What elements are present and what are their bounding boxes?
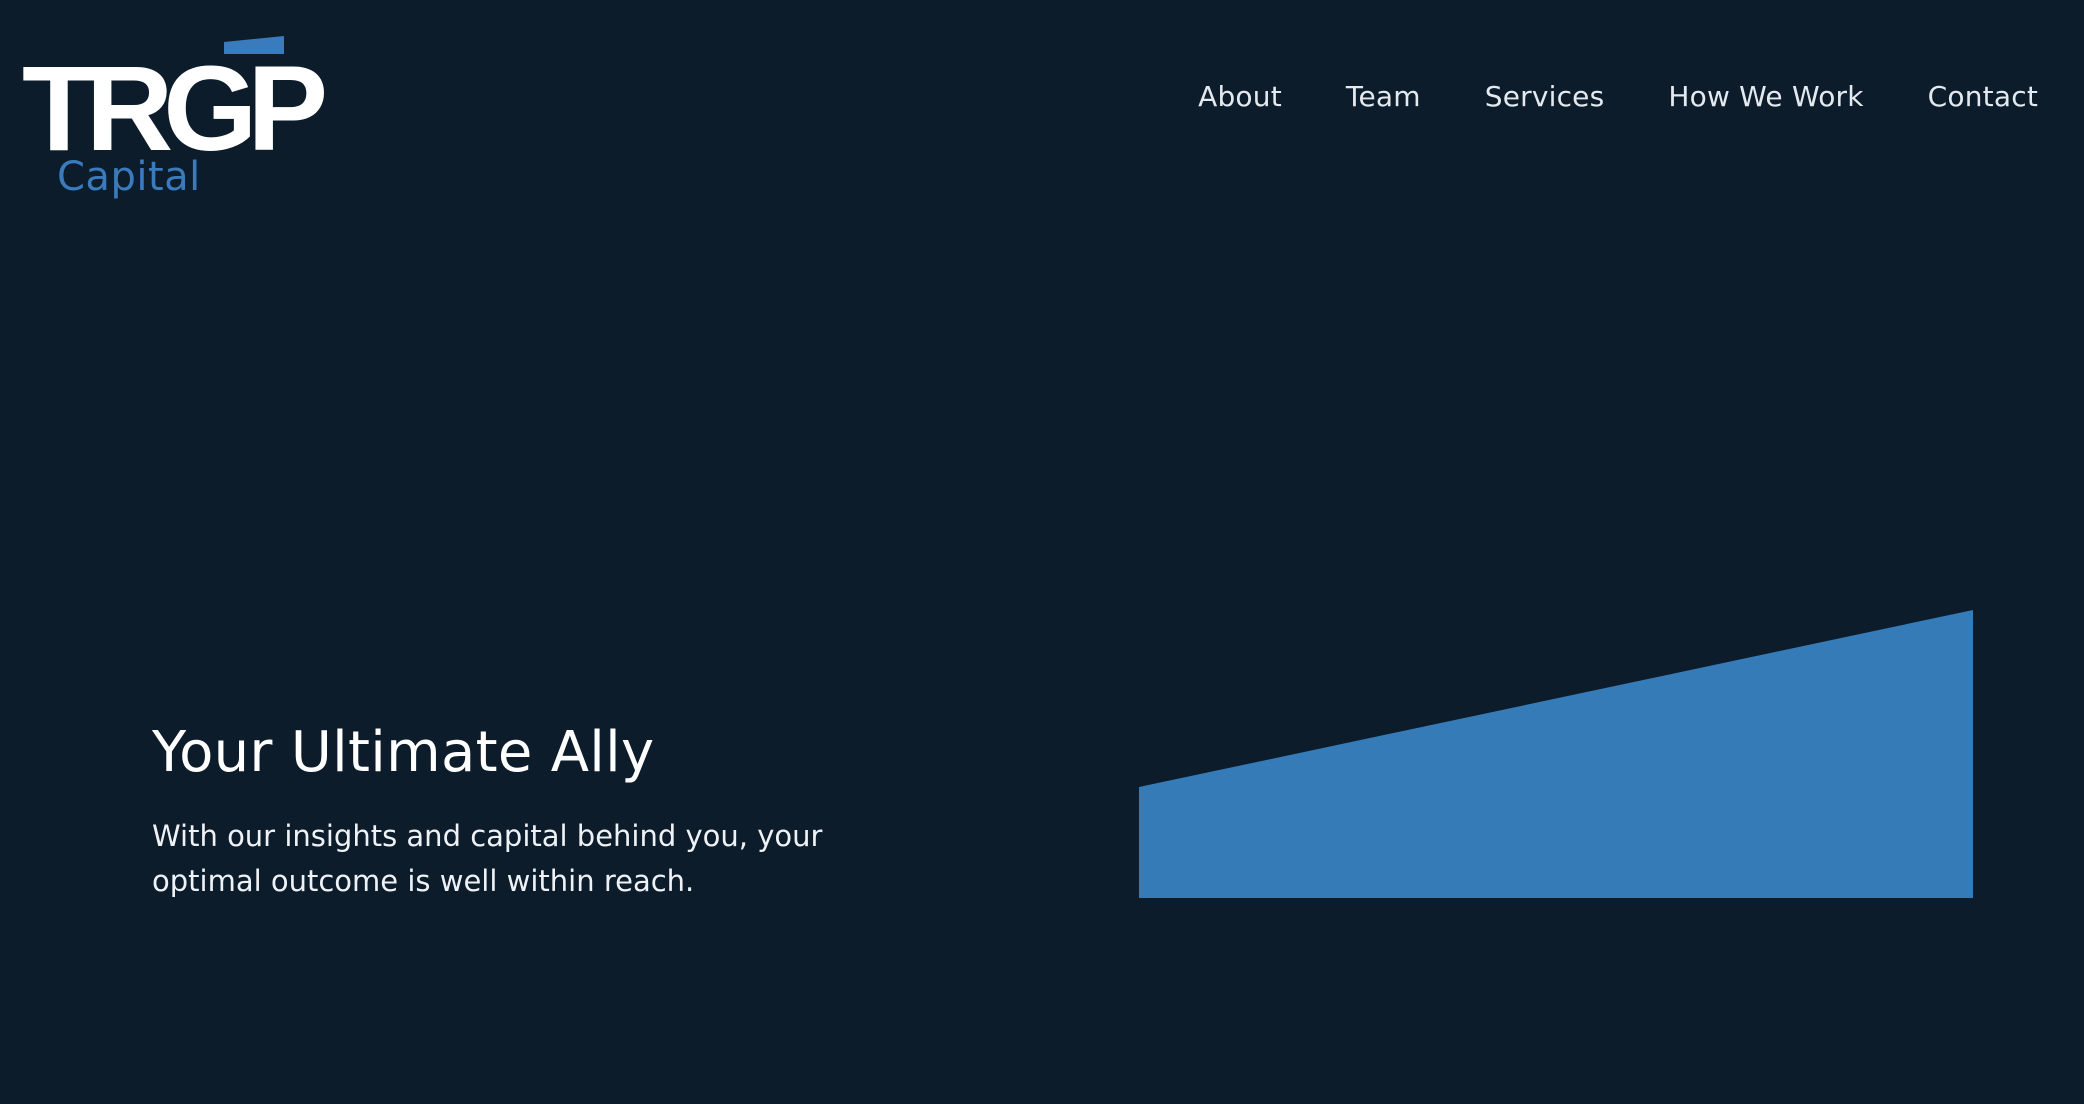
nav-contact[interactable]: Contact [1928,80,2038,113]
nav-services[interactable]: Services [1485,80,1605,113]
nav-how-we-work[interactable]: How We Work [1668,80,1863,113]
logo-accent-mark [224,36,284,54]
main-nav: About Team Services How We Work Contact [1198,80,2038,113]
hero-growth-graphic [1139,610,1973,898]
hero-description: With our insights and capital behind you… [152,819,823,898]
nav-about[interactable]: About [1198,80,1282,113]
logo-wordmark: TRGP [22,36,334,176]
page: TRGP Capital About Team Services How We … [0,0,2084,1104]
growth-wedge-shape [1139,610,1973,898]
hero-title: Your Ultimate Ally [152,720,655,785]
nav-team[interactable]: Team [1346,80,1421,113]
brand-logo[interactable]: TRGP Capital [22,36,334,206]
logo-sub-label: Capital [57,154,201,200]
